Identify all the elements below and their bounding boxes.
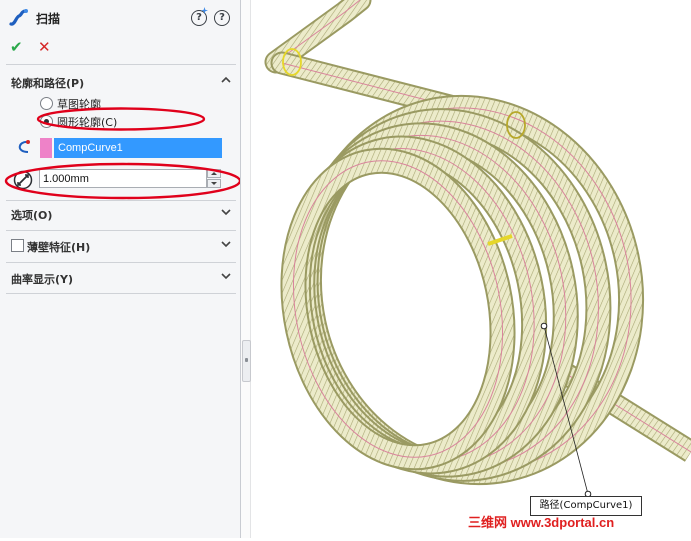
highlight-annotations bbox=[4, 107, 240, 200]
section-curvature-label: 曲率显示(Y) bbox=[11, 273, 74, 286]
highlight-circular-profile bbox=[36, 107, 206, 131]
section-options-header[interactable]: 选项(O) bbox=[0, 202, 240, 224]
divider bbox=[6, 293, 236, 294]
chevron-down-icon bbox=[221, 209, 231, 216]
chevron-down-icon bbox=[221, 273, 231, 280]
spring-model-preview[interactable] bbox=[251, 0, 691, 538]
spring-coils bbox=[280, 94, 645, 486]
divider bbox=[6, 230, 236, 231]
watermark: 三维网 www.3dportal.cn bbox=[468, 515, 615, 530]
graphics-viewport[interactable] bbox=[251, 0, 691, 538]
highlight-diameter bbox=[4, 162, 240, 200]
chevron-down-icon bbox=[221, 241, 231, 248]
divider bbox=[6, 200, 236, 201]
section-thin-feature-label: 薄壁特征(H) bbox=[27, 241, 91, 254]
section-curvature-header[interactable]: 曲率显示(Y) bbox=[0, 266, 240, 288]
path-pick-point[interactable] bbox=[540, 322, 548, 330]
section-thin-feature-header[interactable]: 薄壁特征(H) bbox=[0, 234, 240, 256]
divider bbox=[6, 262, 236, 263]
thin-feature-checkbox[interactable] bbox=[11, 239, 24, 252]
property-manager-panel: 扫描 ? ? ✔ ✕ 轮廓和路径(P) 草图轮廓 圆形轮廓(C) CompCur… bbox=[0, 0, 241, 538]
panel-splitter[interactable] bbox=[241, 0, 251, 538]
section-options-label: 选项(O) bbox=[11, 209, 53, 222]
splitter-handle[interactable] bbox=[242, 340, 251, 382]
